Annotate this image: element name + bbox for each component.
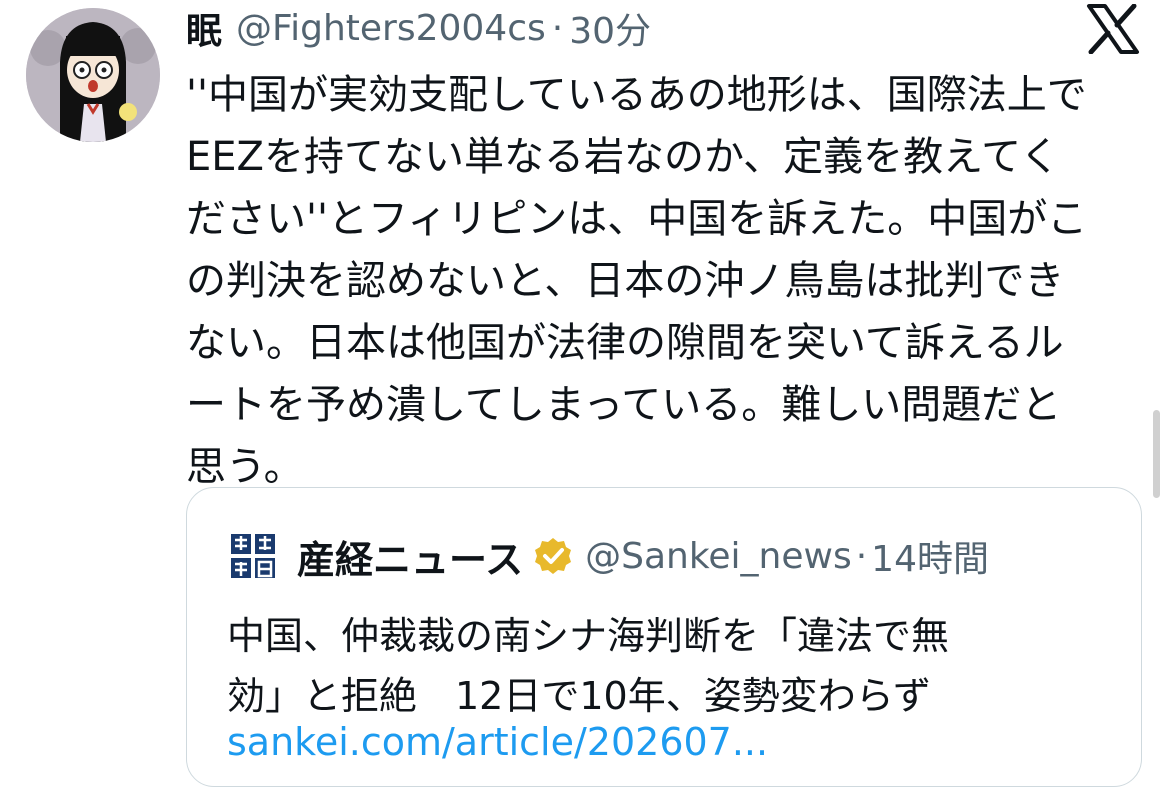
verified-badge-icon [535,538,572,574]
x-logo-icon[interactable] [1086,4,1140,54]
author-avatar[interactable] [26,8,160,142]
tweet-header: 眠 @Fighters2004cs · 30分 [186,2,651,54]
quoted-tweet-text: 中国、仲裁裁の南シナ海判断を「違法で無 効」と拒絶 12日で10年、姿勢変わらず [227,614,950,718]
quoted-tweet-header: 産経ニュース @Sankei_news · 14時間 [227,528,989,584]
author-name[interactable]: 眠 [186,2,222,54]
author-handle[interactable]: @Fighters2004cs [236,8,546,49]
tweet-body-text: ''中国が実効支配しているあの地形は、国際法上で EEZを持てない単なる岩なのか… [186,72,1088,490]
quoted-author-handle[interactable]: @Sankei_news [585,536,852,577]
scrollbar-thumb[interactable] [1153,410,1160,498]
separator-dot: · [551,7,564,49]
quoted-timestamp[interactable]: 14時間 [871,530,989,582]
sankei-logo-icon[interactable] [227,530,279,582]
tweet-timestamp[interactable]: 30分 [569,2,651,54]
avatar-illustration [26,8,160,142]
quoted-author-name[interactable]: 産経ニュース [297,529,523,584]
quoted-separator-dot: · [855,535,868,577]
quoted-tweet-link[interactable]: sankei.com/article/202607... [227,720,768,764]
quoted-tweet-card[interactable]: 産経ニュース @Sankei_news · 14時間 中国、仲裁裁の南シナ海判断… [186,487,1142,787]
